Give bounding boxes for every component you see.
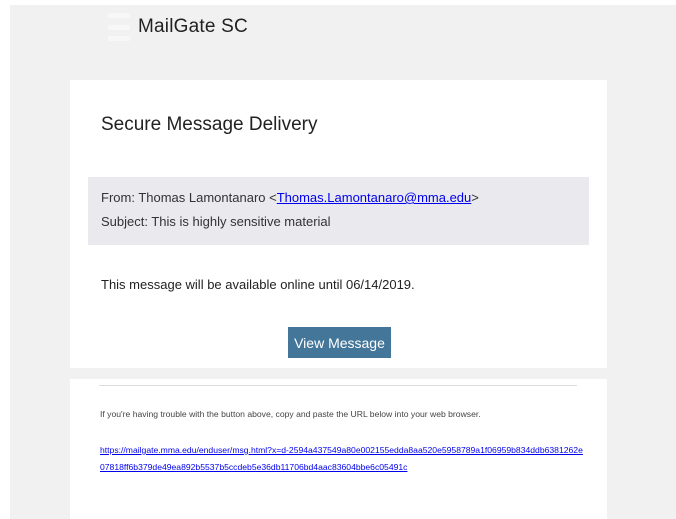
mailgate-logo-icon [108, 13, 130, 41]
brand-name: MailGate SC [138, 16, 248, 37]
message-metadata: From: Thomas Lamontanaro <Thomas.Lamonta… [88, 177, 589, 245]
footer-card: If you're having trouble with the button… [70, 379, 607, 519]
message-url-link[interactable]: https://mailgate.mma.edu/enduser/msg.htm… [100, 442, 585, 476]
footer-divider [99, 385, 577, 386]
help-text: If you're having trouble with the button… [100, 409, 481, 419]
message-title: Secure Message Delivery [101, 114, 318, 135]
from-line: From: Thomas Lamontanaro <Thomas.Lamonta… [101, 190, 479, 205]
sender-email-link[interactable]: Thomas.Lamontanaro@mma.edu [277, 190, 472, 205]
from-suffix: > [471, 190, 479, 205]
message-card: Secure Message Delivery From: Thomas Lam… [70, 80, 607, 368]
email-background: MailGate SC Secure Message Delivery From… [10, 5, 676, 519]
from-label: From: Thomas Lamontanaro < [101, 190, 277, 205]
subject-line: Subject: This is highly sensitive materi… [101, 214, 331, 229]
view-message-button[interactable]: View Message [288, 327, 391, 358]
brand-header: MailGate SC [108, 13, 248, 41]
availability-notice: This message will be available online un… [101, 277, 415, 292]
